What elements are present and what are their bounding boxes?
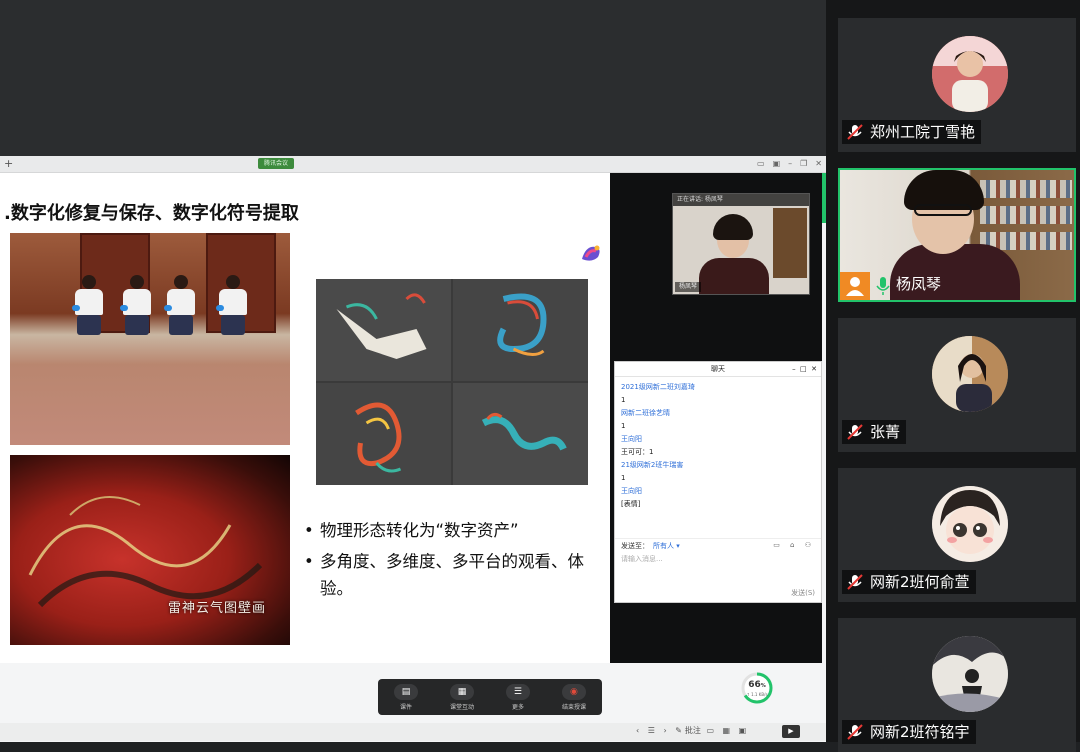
participant-tile[interactable]: 郑州工院丁雪艳 xyxy=(838,18,1076,152)
network-meter-value: 66% xyxy=(748,680,766,690)
chat-sender: 网新二班徐艺晴 xyxy=(621,409,670,417)
shared-window-titlebar: + 腾讯会议 ▭ ▣ – ❐ ✕ xyxy=(0,156,826,173)
courseware-button[interactable]: ▤ 课件 xyxy=(393,683,418,711)
mic-muted-icon xyxy=(847,574,863,590)
network-meter-sub: ↑ 1.1 KB/s xyxy=(746,692,768,697)
meeting-dark-background xyxy=(0,0,826,156)
chat-window-controls[interactable]: – □ ✕ xyxy=(792,362,817,376)
participant-name-label: 张菁 xyxy=(842,420,907,444)
researcher-figure xyxy=(164,275,198,335)
chat-message: [表情] xyxy=(621,500,641,508)
participant-tile[interactable]: 网新2班符铭宇 xyxy=(838,618,1076,752)
participant-name-label: 郑州工院丁雪艳 xyxy=(842,120,982,144)
slide-navigation[interactable]: ‹ ☰ › ✎批注 ▭ ▦ ▣ xyxy=(636,725,749,736)
close-icon[interactable]: ✕ xyxy=(815,157,822,171)
course-logo-icon xyxy=(582,245,600,261)
restoration-team-photo xyxy=(10,233,290,445)
chat-title: 聊天 xyxy=(711,365,725,373)
researcher-figure xyxy=(120,275,154,335)
chat-sender: 王向阳 xyxy=(621,435,642,443)
researcher-figure xyxy=(72,275,106,335)
add-tab-icon[interactable]: + xyxy=(4,156,13,172)
send-to-select[interactable]: 所有人 ▾ xyxy=(653,541,680,551)
mic-active-icon xyxy=(876,277,890,295)
mic-muted-icon xyxy=(847,124,863,140)
end-class-icon: ◉ xyxy=(561,683,586,700)
chat-sender: 王向阳 xyxy=(621,487,642,495)
chat-message: 1 xyxy=(621,474,626,482)
chat-input[interactable]: 请输入消息... xyxy=(621,554,663,564)
participants-panel: 郑州工院丁雪艳 杨凤琴 张菁 网新2班何俞萱 网新2班符铭宇 xyxy=(826,0,1080,752)
presentation-slide: .数字化修复与保存、数字化符号提取 雷神云气图壁画 • 物理形态转化为“数字资产… xyxy=(0,173,610,663)
tiger-symbol xyxy=(316,279,451,381)
participant-name-label: 网新2班符铭宇 xyxy=(842,720,976,744)
more-button[interactable]: ☰ 更多 xyxy=(505,683,530,711)
avatar xyxy=(932,636,1008,712)
chat-window: 聊天 – □ ✕ 2021级网新二班刘嘉琦 1 网新二班徐艺晴 1 王向阳 王可… xyxy=(614,361,822,603)
speaker-body xyxy=(699,258,769,294)
user-icon xyxy=(840,272,870,300)
avatar xyxy=(932,336,1008,412)
shared-right-area: 正在讲话: 杨凤琴 杨凤琴 聊天 – □ ✕ 2021级网新二班刘嘉琦 1 网新… xyxy=(610,173,822,663)
mini-video-name: 杨凤琴 xyxy=(675,282,702,292)
minimize-icon[interactable]: – xyxy=(788,157,792,171)
bookshelf xyxy=(980,180,1072,198)
play-button[interactable]: ▶ xyxy=(782,725,800,738)
send-to-label: 发送至： xyxy=(621,542,649,550)
chat-sender: 2021级网新二班刘嘉琦 xyxy=(621,383,695,391)
meeting-app-badge: 腾讯会议 xyxy=(258,158,295,169)
chat-sender: 21级网新2班牛瑞害 xyxy=(621,461,684,469)
interaction-icon: ▦ xyxy=(449,683,474,700)
chat-header: 聊天 – □ ✕ xyxy=(615,362,821,377)
participant-tile[interactable]: 网新2班何俞萱 xyxy=(838,468,1076,602)
bookshelf xyxy=(980,206,1072,224)
speaker-hair xyxy=(713,214,753,240)
speaker-glasses xyxy=(914,204,972,216)
mic-muted-icon xyxy=(847,424,863,440)
restore-icon[interactable]: ❐ xyxy=(800,157,807,171)
phoenix-symbol xyxy=(316,383,451,485)
speaker-mini-video[interactable]: 正在讲话: 杨凤琴 杨凤琴 xyxy=(672,193,810,295)
mural-photo: 雷神云气图壁画 xyxy=(10,455,290,645)
participant-tile-active[interactable]: 杨凤琴 xyxy=(838,168,1076,302)
window-controls: ▭ ▣ – ❐ ✕ xyxy=(757,157,822,171)
dragon-symbol xyxy=(453,279,588,381)
share-footer: ‹ ☰ › ✎批注 ▭ ▦ ▣ ▶ xyxy=(0,723,826,741)
tortoise-serpent-symbol xyxy=(453,383,588,485)
bullet-item: 物理形态转化为“数字资产” xyxy=(304,517,608,544)
avatar xyxy=(932,36,1008,112)
slide-bullets: 物理形态转化为“数字资产” 多角度、多维度、多平台的观看、体验。 xyxy=(304,517,608,606)
researcher-figure xyxy=(216,275,250,335)
bullet-item: 多角度、多维度、多平台的观看、体验。 xyxy=(304,548,608,602)
chat-send-button[interactable]: 发送(S) xyxy=(791,588,815,598)
participant-name-label: 网新2班何俞萱 xyxy=(842,570,976,594)
mural-caption: 雷神云气图壁画 xyxy=(168,601,267,616)
mic-muted-icon xyxy=(847,724,863,740)
more-icon: ☰ xyxy=(505,683,530,700)
participant-name: 杨凤琴 xyxy=(896,275,942,293)
chat-tools[interactable]: ▭ ⌂ ⚇ xyxy=(773,541,815,549)
chat-message: 1 xyxy=(621,396,626,404)
chat-send-bar: 发送至： 所有人 ▾ ▭ ⌂ ⚇ xyxy=(615,538,821,553)
talking-indicator: 正在讲话: 杨凤琴 xyxy=(673,194,809,206)
interaction-button[interactable]: ▦ 课堂互动 xyxy=(449,683,474,711)
digital-symbols-grid xyxy=(316,279,588,485)
shared-screen-window: + 腾讯会议 ▭ ▣ – ❐ ✕ .数字化修复与保存、数字化符号提取 雷神云气图… xyxy=(0,156,826,742)
participant-tile[interactable]: 张菁 xyxy=(838,318,1076,452)
class-toolbar: ▤ 课件 ▦ 课堂互动 ☰ 更多 ◉ 结束授课 xyxy=(378,679,602,715)
bookshelf xyxy=(773,208,807,278)
layout-icon[interactable]: ▭ xyxy=(757,157,765,171)
chat-message: 王可可：1 xyxy=(621,448,654,456)
chat-messages: 2021级网新二班刘嘉琦 1 网新二班徐艺晴 1 王向阳 王可可：1 21级网新… xyxy=(615,377,821,515)
mural-pattern xyxy=(28,496,263,608)
chat-message: 1 xyxy=(621,422,626,430)
avatar xyxy=(932,486,1008,562)
record-icon[interactable]: ▣ xyxy=(773,157,781,171)
courseware-icon: ▤ xyxy=(393,683,418,700)
slide-title: .数字化修复与保存、数字化符号提取 xyxy=(4,203,299,224)
end-class-button[interactable]: ◉ 结束授课 xyxy=(561,683,586,711)
